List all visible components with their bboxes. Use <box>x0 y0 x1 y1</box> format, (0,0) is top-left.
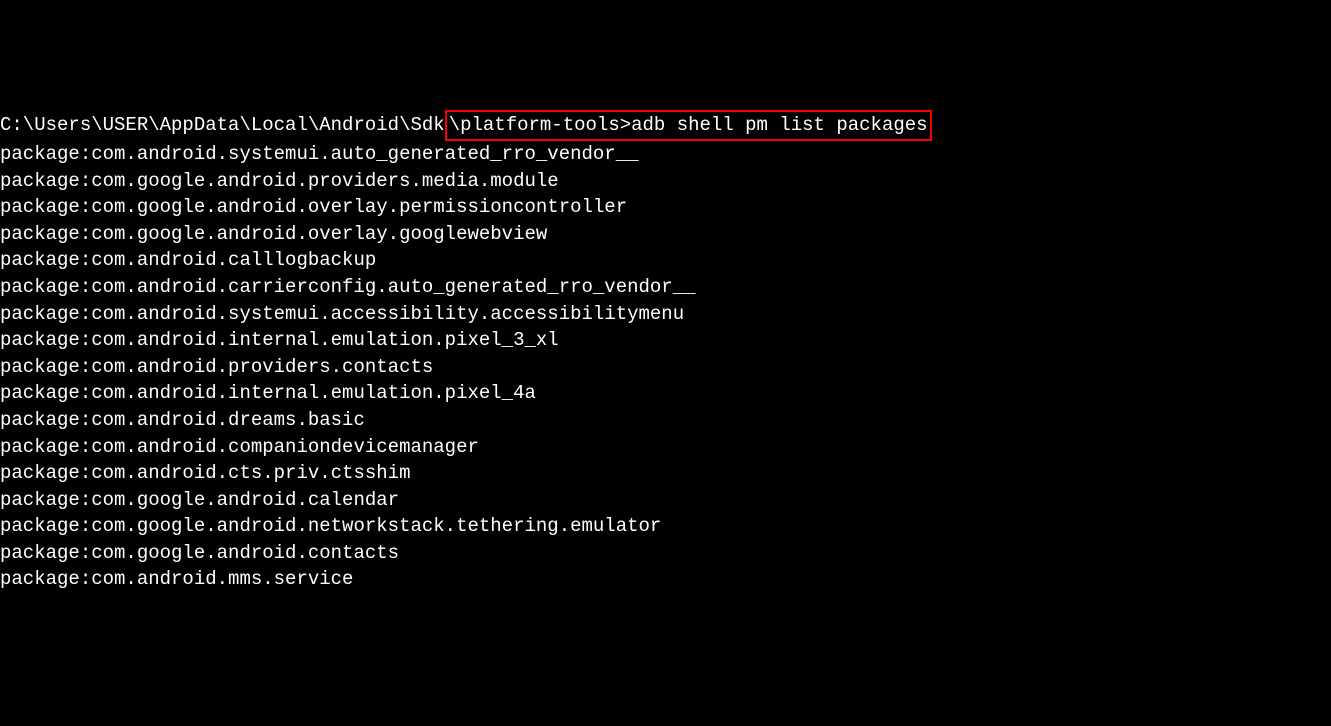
package-line: package:com.android.carrierconfig.auto_g… <box>0 274 1331 301</box>
highlighted-command-text: \platform-tools>adb shell pm list packag… <box>449 114 928 136</box>
package-line: package:com.android.cts.priv.ctsshim <box>0 460 1331 487</box>
package-output-list: package:com.android.systemui.auto_genera… <box>0 141 1331 593</box>
package-line: package:com.google.android.contacts <box>0 540 1331 567</box>
package-line: package:com.google.android.overlay.permi… <box>0 194 1331 221</box>
package-line: package:com.android.systemui.accessibili… <box>0 301 1331 328</box>
package-line: package:com.android.mms.service <box>0 566 1331 593</box>
command-highlight: \platform-tools>adb shell pm list packag… <box>445 110 932 141</box>
prompt-path-prefix: C:\Users\USER\AppData\Local\Android\Sdk <box>0 112 445 139</box>
package-line: package:com.android.calllogbackup <box>0 247 1331 274</box>
package-line: package:com.google.android.providers.med… <box>0 168 1331 195</box>
package-line: package:com.android.internal.emulation.p… <box>0 380 1331 407</box>
command-prompt-line: C:\Users\USER\AppData\Local\Android\Sdk\… <box>0 110 932 141</box>
package-line: package:com.android.internal.emulation.p… <box>0 327 1331 354</box>
package-line: package:com.google.android.overlay.googl… <box>0 221 1331 248</box>
package-line: package:com.google.android.calendar <box>0 487 1331 514</box>
package-line: package:com.android.systemui.auto_genera… <box>0 141 1331 168</box>
package-line: package:com.android.dreams.basic <box>0 407 1331 434</box>
package-line: package:com.google.android.networkstack.… <box>0 513 1331 540</box>
package-line: package:com.android.providers.contacts <box>0 354 1331 381</box>
package-line: package:com.android.companiondevicemanag… <box>0 434 1331 461</box>
